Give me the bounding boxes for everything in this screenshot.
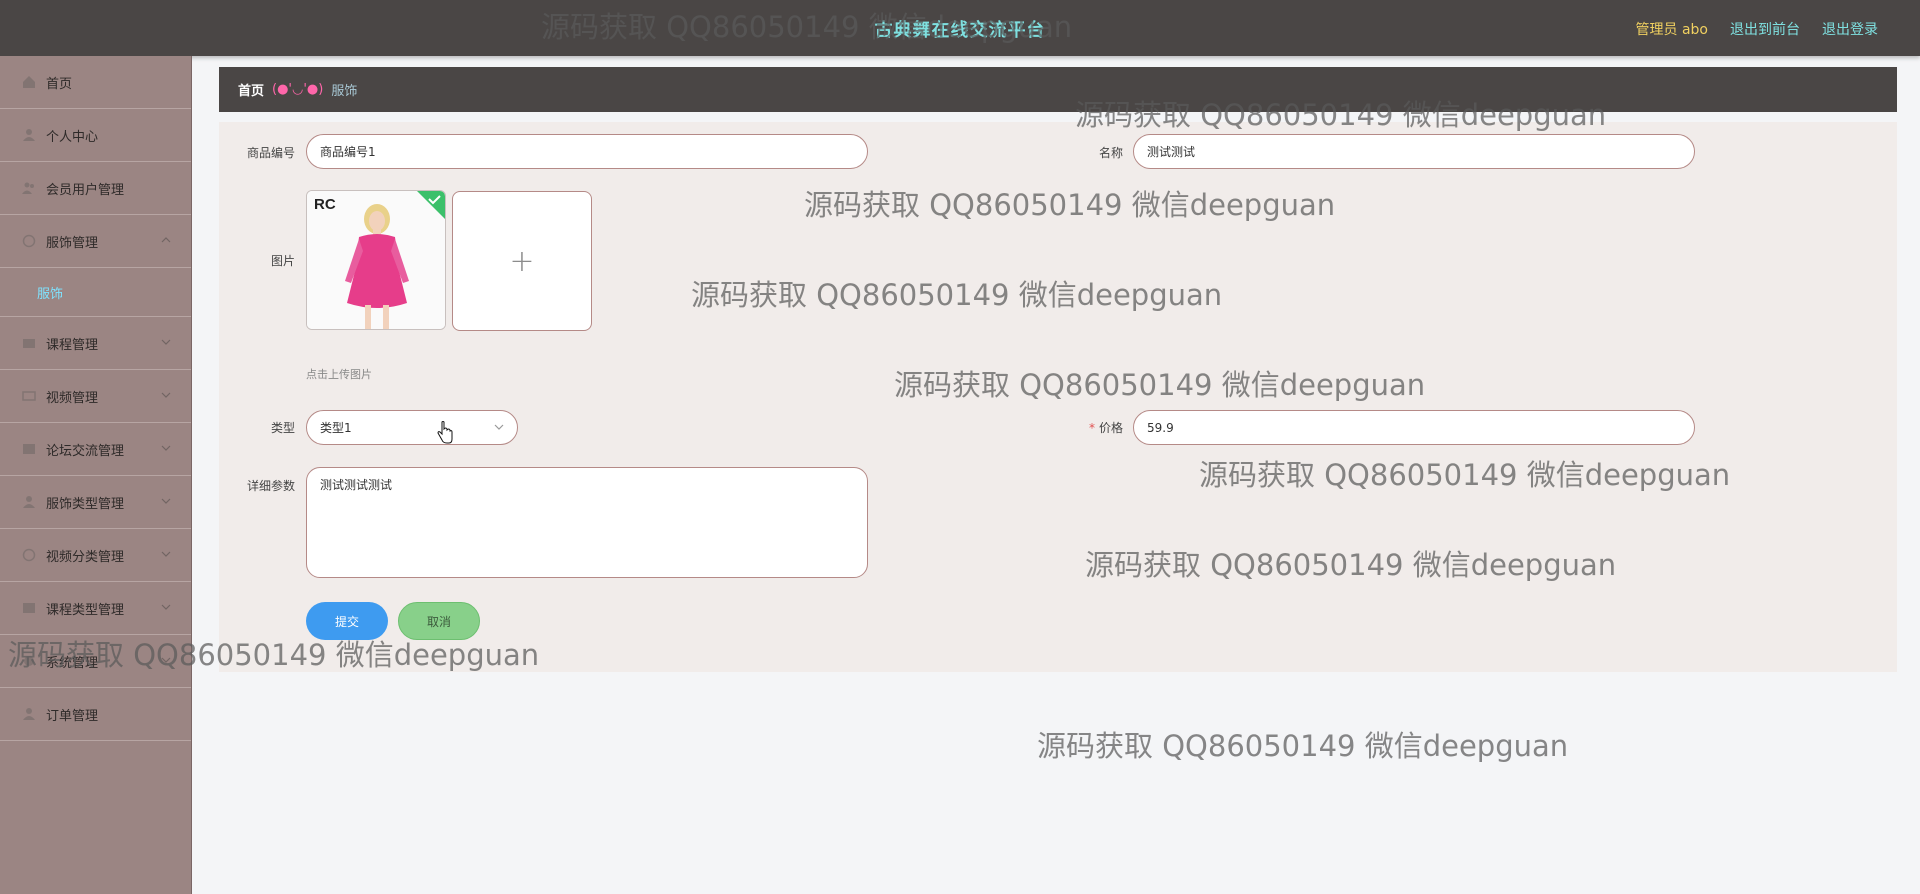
sidebar-item-label: 订单管理 [46, 708, 99, 724]
hand-cursor-icon [437, 421, 453, 444]
sidebar-item-profile[interactable]: 个人中心 [0, 109, 191, 162]
sidebar-item-label: 课程类型管理 [46, 602, 125, 618]
category-icon [22, 548, 36, 562]
users-icon [22, 182, 34, 194]
price-label: * 价格 [1033, 419, 1123, 436]
order-icon [23, 708, 35, 720]
chevron-down-icon [161, 604, 171, 610]
name-label: 名称 [1098, 146, 1123, 160]
sidebar-item-members[interactable]: 会员用户管理 [0, 162, 191, 215]
sidebar-item-videos[interactable]: 视频管理 [0, 370, 191, 423]
chevron-down-icon [494, 424, 504, 430]
chevron-down-icon [161, 498, 171, 504]
sidebar-item-label: 课程管理 [46, 337, 99, 353]
required-asterisk: * [1088, 421, 1095, 435]
chevron-down-icon [161, 392, 171, 398]
breadcrumb-current: 服饰 [331, 84, 358, 99]
image-upload-button[interactable]: + [452, 191, 592, 331]
admin-user-label: 管理员 abo [1635, 22, 1708, 38]
upload-hint: 点击上传图片 [306, 368, 372, 381]
uploaded-image-thumbnail[interactable]: RC RC [306, 190, 446, 330]
sidebar-item-home[interactable]: 首页 [0, 56, 191, 109]
chevron-down-icon [161, 445, 171, 451]
sidebar-item-label: 系统管理 [46, 655, 99, 671]
breadcrumb: 首页 (●'◡'●) 服饰 [219, 67, 1897, 112]
chevron-down-icon [161, 551, 171, 557]
price-input[interactable]: 59.9 [1133, 410, 1695, 445]
sidebar-item-label: 服饰管理 [46, 235, 99, 251]
sidebar-item-label: 服饰类型管理 [46, 496, 125, 512]
details-textarea[interactable]: 测试测试测试 [306, 467, 868, 578]
plus-icon: + [509, 243, 535, 279]
list-icon [23, 603, 35, 613]
watermark-text: 源码获取 QQ86050149 微信deepguan [1037, 729, 1569, 763]
sidebar-menu: 首页 个人中心 会员用户管理 服饰管理 服饰 课程管理 视频管理 论坛交流管理 … [0, 56, 192, 894]
name-input[interactable]: 测试测试 [1133, 134, 1695, 169]
breadcrumb-separator: (●'◡'●) [272, 82, 324, 97]
header-actions: 管理员 abo 退出到前台 退出登录 [1636, 19, 1878, 39]
site-title: 古典舞在线交流平台 [874, 20, 1046, 41]
sidebar-subitem-clothing[interactable]: 服饰 [0, 268, 191, 317]
chevron-down-icon [161, 339, 171, 345]
sidebar-item-clothing[interactable]: 服饰管理 [0, 215, 191, 268]
sidebar-item-courses[interactable]: 课程管理 [0, 317, 191, 370]
submit-button[interactable]: 提交 [306, 602, 388, 640]
video-icon [22, 391, 36, 401]
course-icon [23, 339, 35, 348]
user-icon [23, 129, 35, 141]
home-icon [23, 76, 35, 88]
sidebar-item-label: 会员用户管理 [46, 182, 125, 198]
sidebar-item-forum[interactable]: 论坛交流管理 [0, 423, 191, 476]
sidebar-item-course-types[interactable]: 课程类型管理 [0, 582, 191, 635]
settings-icon [24, 656, 34, 666]
tag-icon [23, 496, 35, 508]
type-label: 类型 [270, 421, 295, 435]
svg-text:RC: RC [314, 196, 336, 213]
sidebar-item-label: 论坛交流管理 [46, 443, 125, 459]
sidebar-item-label: 个人中心 [46, 129, 99, 145]
sidebar-item-orders[interactable]: 订单管理 [0, 688, 191, 741]
sidebar-item-label: 视频分类管理 [46, 549, 125, 565]
breadcrumb-home[interactable]: 首页 [238, 80, 264, 99]
details-label: 详细参数 [246, 479, 295, 493]
dress-photo-icon: RC [307, 191, 445, 329]
sidebar-item-label: 首页 [46, 76, 73, 92]
product-code-input[interactable]: 商品编号1 [306, 134, 868, 169]
sidebar-item-label: 视频管理 [46, 390, 99, 406]
type-select[interactable]: 类型1 [306, 410, 518, 445]
chevron-down-icon [161, 657, 171, 663]
cancel-button[interactable]: 取消 [398, 602, 480, 640]
logout-link[interactable]: 退出登录 [1822, 19, 1878, 39]
sidebar-item-clothing-types[interactable]: 服饰类型管理 [0, 476, 191, 529]
product-code-label: 商品编号 [246, 146, 295, 160]
image-label: 图片 [270, 254, 295, 268]
clothing-icon [22, 234, 36, 248]
sidebar-item-video-categories[interactable]: 视频分类管理 [0, 529, 191, 582]
forum-icon [23, 444, 35, 454]
top-navbar: 古典舞在线交流平台 管理员 abo 退出到前台 退出登录 [0, 0, 1920, 56]
sidebar-item-system[interactable]: 系统管理 [0, 635, 191, 688]
chevron-up-icon [161, 237, 171, 243]
type-select-value: 类型1 [320, 421, 352, 435]
exit-to-front-link[interactable]: 退出到前台 [1730, 19, 1800, 39]
price-label-text: 价格 [1098, 421, 1123, 435]
